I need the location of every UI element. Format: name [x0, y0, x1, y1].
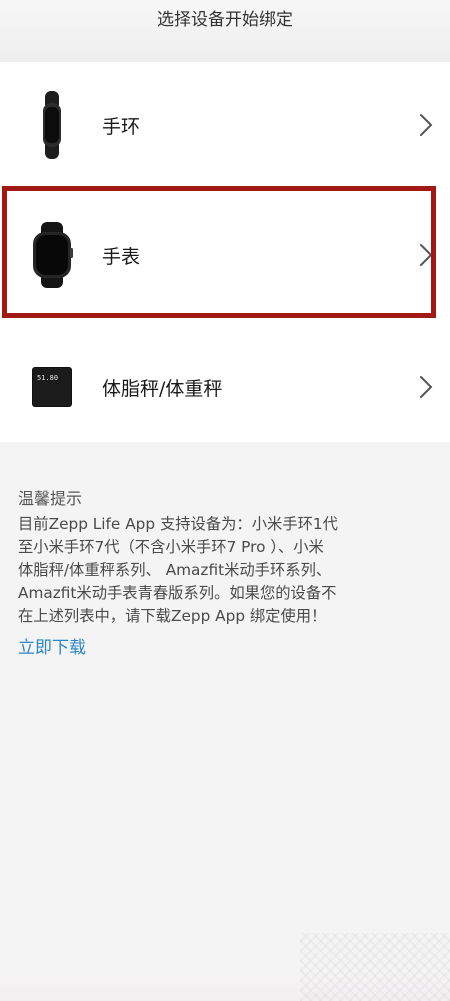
notice-line: 目前Zepp Life App 支持设备为：小米手环1代	[18, 515, 338, 533]
page-title: 选择设备开始绑定	[157, 10, 293, 30]
device-label-band: 手环	[102, 115, 141, 138]
download-link[interactable]: 立即下载	[18, 636, 434, 660]
scale-display-text: 51.80	[37, 374, 58, 382]
band-icon	[15, 85, 89, 165]
device-label-scale: 体脂秤/体重秤	[102, 377, 223, 400]
header: 选择设备开始绑定	[0, 0, 450, 62]
notice-line: 在上述列表中，请下载Zepp App 绑定使用！	[18, 607, 327, 625]
scale-icon: 51.80	[15, 347, 89, 427]
device-row-watch[interactable]: 手表	[0, 192, 450, 318]
chevron-right-icon	[410, 105, 442, 145]
chevron-right-icon	[410, 235, 442, 275]
notice-body: 目前Zepp Life App 支持设备为：小米手环1代 至小米手环7代（不含小…	[18, 513, 434, 628]
watermark	[300, 933, 450, 1001]
device-list: 手环 手表 51.80 体脂秤/体重秤	[0, 62, 450, 442]
notice-line: Amazfit米动手表青春版系列。如果您的设备不	[18, 584, 337, 602]
device-label-watch: 手表	[102, 245, 141, 268]
watch-icon	[15, 215, 89, 295]
device-row-scale[interactable]: 51.80 体脂秤/体重秤	[0, 324, 450, 450]
notice-section: 温馨提示 目前Zepp Life App 支持设备为：小米手环1代 至小米手环7…	[18, 488, 434, 660]
notice-line: 至小米手环7代（不含小米手环7 Pro ）、小米	[18, 538, 324, 556]
device-row-band[interactable]: 手环	[0, 62, 450, 188]
notice-line: 体脂秤/体重秤系列、 Amazfit米动手环系列、	[18, 561, 332, 579]
notice-title: 温馨提示	[18, 489, 83, 508]
chevron-right-icon	[410, 367, 442, 407]
